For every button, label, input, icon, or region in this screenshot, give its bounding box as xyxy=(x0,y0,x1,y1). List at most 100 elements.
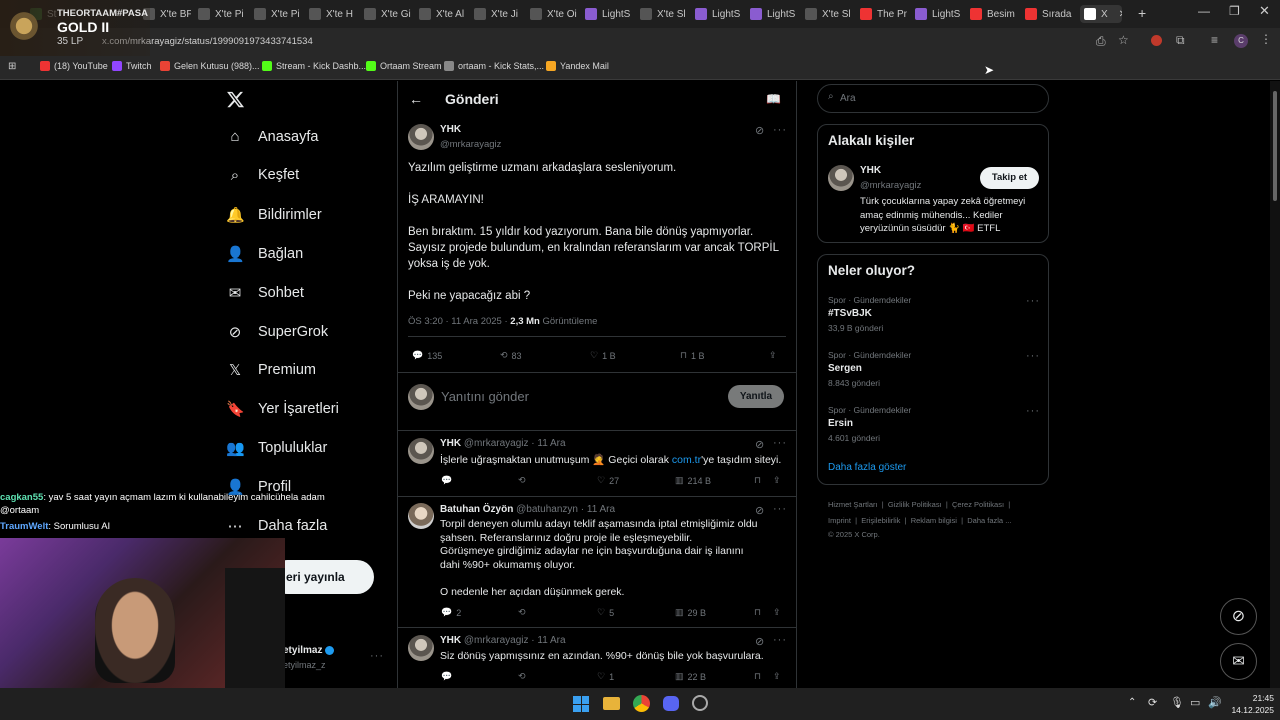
grok-icon[interactable]: ⊘ xyxy=(755,124,764,137)
trend-item[interactable]: Spor · Gündemdekiler Sergen 8.843 gönderi xyxy=(828,350,911,388)
browser-tab[interactable]: X'te Pi xyxy=(254,5,302,23)
volume-icon[interactable]: 🔊 xyxy=(1208,696,1222,709)
nav-item-home[interactable]: ⌂ Anasayfa xyxy=(226,128,318,145)
trend-item[interactable]: Spor · Gündemdekiler Ersin 4.601 gönderi xyxy=(828,405,911,443)
start-menu-icon[interactable] xyxy=(573,696,589,712)
apps-icon[interactable]: ⊞ xyxy=(8,61,16,72)
search-input[interactable]: ⌕ Ara xyxy=(817,84,1049,113)
author-name[interactable]: YHK xyxy=(440,124,461,135)
reply-action[interactable]: 💬 135 xyxy=(412,350,442,361)
footer-link[interactable]: Erişilebilirlik xyxy=(861,516,900,525)
browser-tab[interactable]: LightS xyxy=(695,5,743,23)
tray-chevron-icon[interactable]: ⌃ xyxy=(1128,697,1136,708)
browser-tab[interactable]: X'te Oi xyxy=(530,5,578,23)
views-action[interactable]: ▥ 22 B xyxy=(675,671,706,682)
author-avatar[interactable] xyxy=(408,124,434,150)
account-switcher[interactable]: etyilmaz xyxy=(283,645,335,656)
browser-tab[interactable]: Besim xyxy=(970,5,1018,23)
bookmark-item[interactable]: Yandex Mail xyxy=(546,61,609,71)
reader-icon[interactable]: 📖 xyxy=(766,92,781,106)
nav-item-grok[interactable]: ⊘ SuperGrok xyxy=(226,323,328,341)
like-action[interactable]: ♡ 1 xyxy=(597,671,614,682)
bookmark-icon[interactable]: ⊓ xyxy=(754,671,761,682)
footer-link[interactable]: Hizmet Şartları xyxy=(828,500,878,509)
reply-more-icon[interactable]: ··· xyxy=(773,437,787,449)
related-handle[interactable]: @mrkarayagiz xyxy=(860,180,921,191)
footer-link[interactable]: Reklam bilgisi xyxy=(911,516,957,525)
browser-tab[interactable]: X'te H xyxy=(309,5,357,23)
bookmark-item[interactable]: (18) YouTube xyxy=(40,61,108,71)
reply-action[interactable]: 💬 2 xyxy=(441,607,461,618)
reply-more-icon[interactable]: ··· xyxy=(773,634,787,646)
reply-author[interactable]: Batuhan Özyön xyxy=(440,504,513,515)
follow-button[interactable]: Takip et xyxy=(980,167,1039,189)
nav-item-bell[interactable]: 🔔 Bildirimler xyxy=(226,206,322,224)
browser-tab[interactable]: X'te Ji xyxy=(474,5,522,23)
chrome-icon[interactable] xyxy=(633,695,650,712)
discord-icon[interactable] xyxy=(663,696,679,711)
back-arrow-icon[interactable]: ← xyxy=(409,91,423,107)
repost-action[interactable]: ⟲ 83 xyxy=(500,350,522,361)
like-action[interactable]: ♡ 1 B xyxy=(590,350,616,361)
bookmark-item[interactable]: Twitch xyxy=(112,61,152,71)
display-icon[interactable]: ▭ xyxy=(1190,696,1200,709)
bookmark-item[interactable]: Gelen Kutusu (988)... xyxy=(160,61,260,71)
extension-icon[interactable] xyxy=(1151,35,1162,46)
reply-author[interactable]: YHK xyxy=(440,635,461,646)
nav-item-communities[interactable]: 👥 Topluluklar xyxy=(226,439,327,457)
reply-avatar[interactable] xyxy=(408,438,434,464)
sync-icon[interactable]: ⟳ xyxy=(1148,696,1157,709)
bookmark-action[interactable]: ⊓ 1 B xyxy=(680,350,705,361)
browser-tab[interactable]: X✕ xyxy=(1080,5,1122,23)
reply-action[interactable]: 💬 xyxy=(441,671,456,682)
clock-date[interactable]: 14.12.2025 xyxy=(1224,705,1274,715)
app-icon[interactable] xyxy=(692,695,708,711)
nav-item-search[interactable]: ⌕ Keşfet xyxy=(226,167,299,184)
post-button[interactable]: eri yayınla xyxy=(270,560,374,594)
grok-float-icon[interactable]: ⊘ xyxy=(1220,598,1257,635)
browser-tab[interactable]: LightS xyxy=(585,5,633,23)
author-handle[interactable]: @mrkarayagiz xyxy=(440,139,501,150)
grok-icon[interactable]: ⊘ xyxy=(755,438,764,451)
footer-link[interactable]: Imprint xyxy=(828,516,851,525)
share-icon[interactable]: ⇪ xyxy=(769,350,777,361)
messages-float-icon[interactable]: ✉ xyxy=(1220,643,1257,680)
bookmark-icon[interactable]: ⊓ xyxy=(754,607,761,618)
repost-action[interactable]: ⟲ xyxy=(518,607,530,618)
browser-tab[interactable]: X'te Sl xyxy=(805,5,853,23)
close-tab-icon[interactable]: ✕ xyxy=(1119,9,1122,20)
install-icon[interactable]: ⎙ xyxy=(1096,34,1106,49)
related-name[interactable]: YHK xyxy=(860,165,881,176)
mic-icon[interactable]: 🎙 xyxy=(1170,696,1184,709)
footer-link[interactable]: Çerez Politikası xyxy=(952,500,1004,509)
browser-tab[interactable]: LightS xyxy=(750,5,798,23)
nav-item-person-add[interactable]: 👤 Bağlan xyxy=(226,245,303,263)
share-icon[interactable]: ⇪ xyxy=(773,607,781,618)
star-icon[interactable]: ☆ xyxy=(1118,33,1129,47)
minimize-icon[interactable]: — xyxy=(1198,4,1210,18)
browser-tab[interactable]: Sırada xyxy=(1025,5,1073,23)
new-tab-icon[interactable]: + xyxy=(1138,5,1146,21)
footer-link[interactable]: Gizlilik Politikası xyxy=(888,500,942,509)
browser-tab[interactable]: X'te Gi xyxy=(364,5,412,23)
scrollbar[interactable] xyxy=(1270,81,1280,688)
trend-item[interactable]: Spor · Gündemdekiler #TSvBJK 33,9 B gönder… xyxy=(828,295,911,333)
scrollbar-thumb[interactable] xyxy=(1273,91,1277,201)
nav-item-x-logo[interactable]: 𝕏 Premium xyxy=(226,361,316,379)
reply-input[interactable]: Yanıtını gönder xyxy=(441,389,529,404)
footer-link[interactable]: Daha fazla ... xyxy=(967,516,1011,525)
share-icon[interactable]: ⇪ xyxy=(773,671,781,682)
related-avatar[interactable] xyxy=(828,165,854,191)
repost-action[interactable]: ⟲ xyxy=(518,671,530,682)
nav-item-mail[interactable]: ✉ Sohbet xyxy=(226,284,304,302)
trend-more-icon[interactable]: ··· xyxy=(1026,350,1040,362)
share-icon[interactable]: ⇪ xyxy=(773,475,781,486)
grok-icon[interactable]: ⊘ xyxy=(755,504,764,517)
reply-button[interactable]: Yanıtla xyxy=(728,385,784,408)
show-more-link[interactable]: Daha fazla göster xyxy=(828,462,906,473)
repost-action[interactable]: ⟲ xyxy=(518,475,530,486)
reply-author[interactable]: YHK xyxy=(440,438,461,449)
browser-tab[interactable]: The Pr xyxy=(860,5,908,23)
bookmark-item[interactable]: ortaam - Kick Stats,... xyxy=(444,61,544,71)
reply-avatar[interactable] xyxy=(408,503,434,529)
